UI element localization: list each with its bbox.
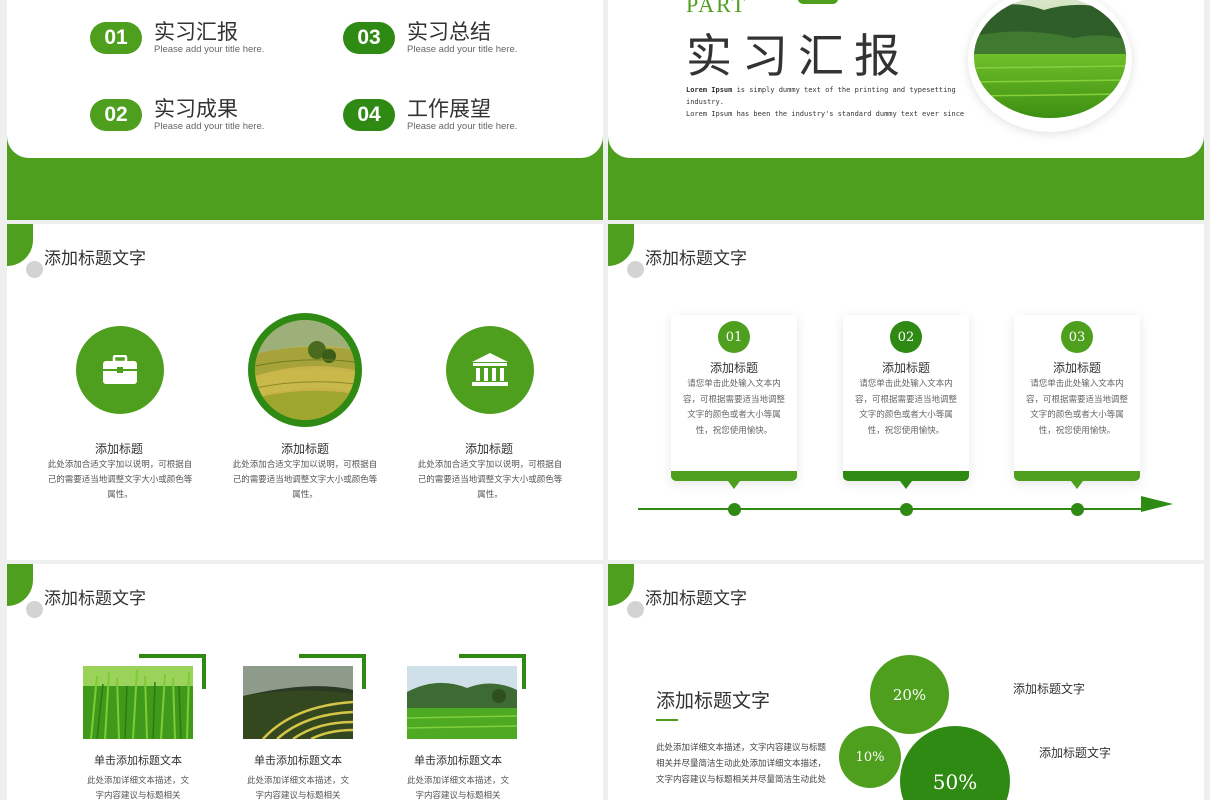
timeline-dot	[728, 503, 741, 516]
corner-accent	[7, 224, 33, 266]
corner-dot	[627, 261, 644, 278]
rice-paddy-photo	[407, 666, 517, 739]
terraces-photo	[243, 666, 353, 739]
toc-title: 实习汇报	[154, 20, 238, 44]
slide-table-of-contents: 01 实习汇报 Please add your title here. 02 实…	[7, 0, 603, 220]
slide-title: 添加标题文字	[645, 589, 747, 609]
card-pointer	[1071, 481, 1083, 489]
terraced-field-photo	[248, 313, 362, 427]
timeline-arrow	[1141, 496, 1173, 512]
card-footer	[671, 471, 797, 481]
photo-title: 单击添加标题文本	[414, 754, 502, 767]
toc-subtitle: Please add your title here.	[407, 44, 518, 55]
card-text: 请您单击此处输入文本内容，可根据需要适当地调整文字的颜色或者大小等属性，祝您使用…	[855, 379, 958, 436]
corner-accent	[608, 224, 634, 266]
card-title: 添加标题	[1052, 361, 1101, 375]
slide-timeline: 添加标题文字 01 添加标题 请您单击此处输入文本内容，可根据需要适当地调整文字…	[608, 224, 1204, 560]
slide-photo-gallery: 添加标题文字 单击添加标题文本 此处添加详细文本描述，文字内容建议与标题相关 单…	[7, 564, 603, 800]
section-heading: 添加标题文字	[656, 690, 771, 712]
timeline-card-2[interactable]: 02 添加标题 请您单击此处输入文本内容，可根据需要适当地调整文字的颜色或者大小…	[843, 315, 969, 489]
slide-title: 添加标题文字	[44, 249, 146, 269]
heading-underline	[656, 719, 678, 721]
card-text: 请您单击此处输入文本内容，可根据需要适当地调整文字的颜色或者大小等属性，祝您使用…	[1026, 379, 1129, 436]
lorem-bold: Lorem Ipsum	[686, 86, 733, 94]
card-pointer	[728, 481, 740, 489]
corner-dot	[26, 261, 43, 278]
bubble-20: 20%	[870, 655, 949, 734]
toc-subtitle: Please add your title here.	[154, 44, 265, 55]
slide-title: 添加标题文字	[44, 589, 146, 609]
toc-item-3[interactable]: 03 实习总结 Please add your title here.	[343, 20, 517, 56]
toc-number: 03	[343, 22, 395, 54]
toc-number: 02	[90, 99, 142, 131]
briefcase-icon	[76, 326, 164, 414]
card-title: 添加标题	[709, 361, 758, 375]
bubble-50: 50%	[900, 726, 1010, 800]
toc-title: 实习成果	[154, 97, 238, 121]
toc-number: 04	[343, 99, 395, 131]
card-title: 添加标题	[881, 361, 930, 375]
timeline-dot	[1071, 503, 1084, 516]
card-number: 03	[1061, 321, 1093, 353]
column-title: 添加标题	[464, 442, 513, 456]
photo-text: 此处添加详细文本描述，文字内容建议与标题相关	[406, 776, 509, 800]
bank-icon	[446, 326, 534, 414]
toc-subtitle: Please add your title here.	[154, 121, 265, 132]
photo-title: 单击添加标题文本	[254, 754, 342, 767]
slide-title: 添加标题文字	[645, 249, 747, 269]
corner-dot	[627, 601, 644, 618]
lorem-text: Lorem Ipsum is simply dummy text of the …	[686, 84, 976, 120]
photo-text: 此处添加详细文本描述，文字内容建议与标题相关	[246, 776, 349, 800]
toc-item-1[interactable]: 01 实习汇报 Please add your title here.	[90, 20, 264, 56]
part-number-badge	[798, 0, 838, 4]
toc-item-4[interactable]: 04 工作展望 Please add your title here.	[343, 97, 517, 133]
column-text: 此处添加合适文字加以说明，可根据自己的需要适当地调整文字大小或颜色等属性。	[47, 460, 193, 500]
bubble-label: 添加标题文字	[1013, 682, 1086, 696]
slide-section-cover: PART 实习汇报 Lorem Ipsum is simply dummy te…	[608, 0, 1204, 220]
bubble-10: 10%	[839, 726, 901, 788]
bubble-label: 添加标题文字	[1039, 746, 1112, 760]
lorem-line-2: Lorem Ipsum has been the industry's stan…	[686, 110, 965, 118]
toc-subtitle: Please add your title here.	[407, 121, 518, 132]
corner-accent	[7, 564, 33, 606]
column-text: 此处添加合适文字加以说明，可根据自己的需要适当地调整文字大小或颜色等属性。	[232, 460, 378, 500]
column-text: 此处添加合适文字加以说明，可根据自己的需要适当地调整文字大小或颜色等属性。	[417, 460, 563, 500]
wheat-photo	[83, 666, 193, 739]
corner-dot	[26, 601, 43, 618]
rice-field-photo	[974, 0, 1126, 118]
column-title: 添加标题	[94, 442, 143, 456]
section-body: 此处添加详细文本描述，文字内容建议与标题相关并尽量简洁生动此处添加详细文本描述，…	[656, 743, 827, 785]
section-title: 实习汇报	[686, 29, 910, 83]
column-title: 添加标题	[280, 442, 329, 456]
card-pointer	[900, 481, 912, 489]
part-label: PART	[686, 0, 747, 17]
slide-three-columns: 添加标题文字 添加标题 此处添加合适文字加以说明，可根据自己的需要适当地调整文字…	[7, 224, 603, 560]
corner-accent	[608, 564, 634, 606]
slide-bubble-stats: 添加标题文字 添加标题文字 此处添加详细文本描述，文字内容建议与标题相关并尽量简…	[608, 564, 1204, 800]
timeline-dot	[900, 503, 913, 516]
toc-title: 实习总结	[407, 20, 491, 44]
card-number: 01	[718, 321, 750, 353]
card-text: 请您单击此处输入文本内容，可根据需要适当地调整文字的颜色或者大小等属性，祝您使用…	[683, 379, 786, 436]
card-footer	[1014, 471, 1140, 481]
timeline-card-3[interactable]: 03 添加标题 请您单击此处输入文本内容，可根据需要适当地调整文字的颜色或者大小…	[1014, 315, 1140, 489]
toc-title: 工作展望	[407, 97, 491, 121]
card-number: 02	[890, 321, 922, 353]
toc-item-2[interactable]: 02 实习成果 Please add your title here.	[90, 97, 264, 133]
timeline-card-1[interactable]: 01 添加标题 请您单击此处输入文本内容，可根据需要适当地调整文字的颜色或者大小…	[671, 315, 797, 489]
photo-text: 此处添加详细文本描述，文字内容建议与标题相关	[86, 776, 189, 800]
photo-title: 单击添加标题文本	[94, 754, 182, 767]
card-footer	[843, 471, 969, 481]
toc-number: 01	[90, 22, 142, 54]
